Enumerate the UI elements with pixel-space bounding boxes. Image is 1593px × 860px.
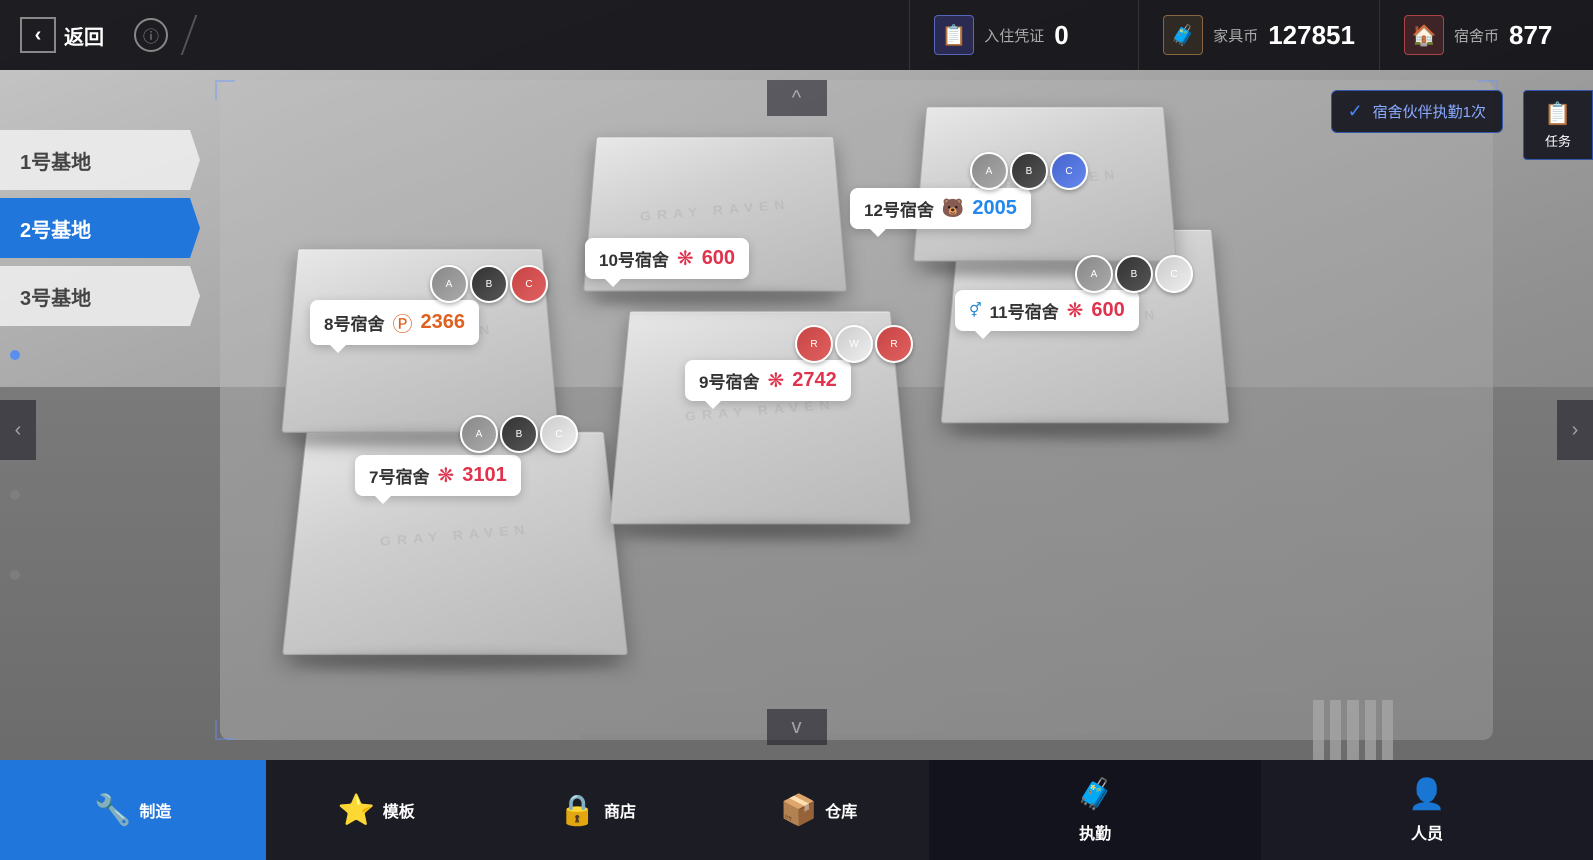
back-arrow-icon: ‹ (20, 17, 56, 53)
dorm9-label[interactable]: 9号宿舍 ❋ 2742 (685, 360, 851, 401)
checkin-currency: 📋 入住凭证 0 (909, 0, 1138, 70)
nav-arrow-right[interactable]: › (1557, 400, 1593, 460)
checkin-icon: 📋 (934, 15, 974, 55)
bottom-nav-craft[interactable]: 🔧 制造 (0, 760, 266, 860)
bottom-nav-shop[interactable]: 🔒 商店 (487, 760, 708, 860)
dorm-currency: 🏠 宿舍币 877 (1379, 0, 1593, 70)
avatar: R (875, 325, 913, 363)
shop-icon: 🔒 (559, 793, 596, 828)
dorm12-avatars: A B C (970, 152, 1088, 190)
avatar: C (1050, 152, 1088, 190)
dorm-icon: 🏠 (1404, 15, 1444, 55)
avatar: C (1155, 255, 1193, 293)
avatar: A (430, 265, 468, 303)
bottom-nav-duty[interactable]: 🧳 执勤 (929, 760, 1261, 860)
dorm11-avatars: A B C (1075, 255, 1193, 293)
warehouse-icon: 📦 (780, 793, 817, 828)
header-divider (181, 15, 198, 55)
avatar: C (540, 415, 578, 453)
dorm11-label[interactable]: ⚥ 11号宿舍 ❋ 600 (955, 290, 1139, 331)
furniture-icon: 🧳 (1163, 15, 1203, 55)
template-icon: ⭐ (337, 793, 374, 828)
bottom-nav-personnel[interactable]: 👤 人员 (1261, 760, 1593, 860)
task-notification: ✓ 宿舍伙伴执勤1次 (1331, 90, 1503, 133)
back-button[interactable]: ‹ 返回 (0, 17, 124, 53)
sidebar-item-base1[interactable]: 1号基地 (0, 130, 200, 190)
dorm12-label[interactable]: 12号宿舍 🐻 2005 (850, 188, 1031, 229)
dorm7-avatars: A B C (460, 415, 578, 453)
dorm10-label[interactable]: 10号宿舍 ❋ 600 (585, 238, 749, 279)
task-button-icon: 📋 (1544, 101, 1571, 127)
dorm8-label[interactable]: 8号宿舍 Ⓟ 2366 (310, 300, 479, 345)
avatar: B (1010, 152, 1048, 190)
avatar: R (795, 325, 833, 363)
avatar: A (1075, 255, 1113, 293)
dorm8-avatars: A B C (430, 265, 548, 303)
bottom-nav-warehouse[interactable]: 📦 仓库 (708, 760, 929, 860)
dorm9-avatars: R W R (795, 325, 913, 363)
sidebar-item-base3[interactable]: 3号基地 (0, 266, 200, 326)
avatar: A (970, 152, 1008, 190)
bottom-navigation: 🔧 制造 ⭐ 模板 🔒 商店 📦 仓库 🧳 执勤 👤 人员 (0, 760, 1593, 860)
nav-arrow-up[interactable]: ^ (767, 80, 827, 116)
avatar: B (1115, 255, 1153, 293)
dorm7-label[interactable]: 7号宿舍 ❋ 3101 (355, 455, 521, 496)
avatar: B (470, 265, 508, 303)
currency-group: 📋 入住凭证 0 🧳 家具币 127851 🏠 宿舍币 877 (909, 0, 1593, 70)
task-button[interactable]: 📋 任务 (1523, 90, 1593, 160)
furniture-currency: 🧳 家具币 127851 (1138, 0, 1379, 70)
bottom-nav-template[interactable]: ⭐ 模板 (266, 760, 487, 860)
avatar: W (835, 325, 873, 363)
nav-arrow-left[interactable]: ‹ (0, 400, 36, 460)
craft-icon: 🔧 (94, 793, 131, 828)
avatar: B (500, 415, 538, 453)
header: ‹ 返回 ⓘ 📋 入住凭证 0 🧳 家具币 127851 🏠 宿舍币 877 (0, 0, 1593, 70)
nav-arrow-down[interactable]: v (767, 709, 827, 745)
personnel-icon: 👤 (1408, 777, 1445, 812)
duty-icon: 🧳 (1077, 777, 1114, 812)
avatar: C (510, 265, 548, 303)
info-button[interactable]: ⓘ (134, 18, 168, 52)
sidebar-item-base2[interactable]: 2号基地 (0, 198, 200, 258)
task-check-icon: ✓ (1348, 101, 1363, 122)
active-indicator (0, 221, 6, 235)
side-navigation: 1号基地 2号基地 3号基地 (0, 130, 200, 326)
avatar: A (460, 415, 498, 453)
